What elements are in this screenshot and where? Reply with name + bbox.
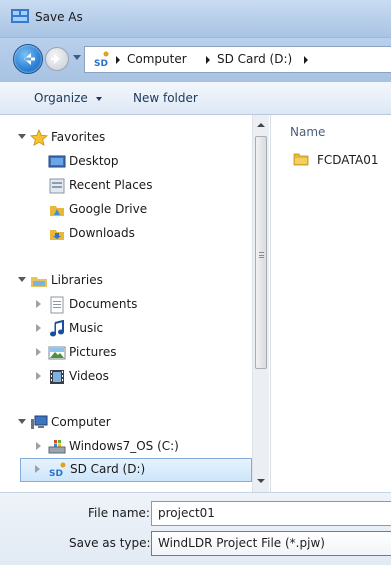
sd-card-icon: SD: [49, 462, 66, 479]
address-bar[interactable]: SD Computer SD Card (D:): [84, 46, 391, 73]
file-name-label: File name:: [88, 506, 150, 520]
expand-arrow-icon[interactable]: [36, 442, 41, 450]
music-icon: [50, 320, 64, 337]
forward-button[interactable]: [45, 47, 69, 71]
collapse-arrow-icon[interactable]: [18, 419, 26, 424]
address-row: SD Computer SD Card (D:): [0, 38, 391, 82]
google-drive-icon: [50, 206, 64, 216]
breadcrumb-arrow-icon[interactable]: [206, 56, 210, 64]
pictures-icon: [48, 346, 66, 360]
tree-item-recent-places[interactable]: Recent Places: [48, 175, 248, 197]
tree-label: Windows7_OS (C:): [69, 439, 179, 453]
save-as-type-label: Save as type:: [69, 536, 151, 550]
tree-label: Videos: [69, 369, 109, 383]
recent-locations-arrow-icon[interactable]: [73, 55, 81, 60]
videos-icon: [50, 370, 64, 384]
tree-label: Music: [69, 321, 104, 335]
scroll-up-arrow-icon[interactable]: [257, 123, 265, 127]
expand-arrow-icon[interactable]: [36, 372, 41, 380]
collapse-arrow-icon[interactable]: [18, 277, 26, 282]
computer-icon: [31, 415, 48, 429]
expand-arrow-icon[interactable]: [36, 324, 41, 332]
breadcrumb-sd-card[interactable]: SD Card (D:): [217, 52, 292, 66]
tree-item-computer[interactable]: Computer: [18, 412, 218, 434]
tree-item-downloads[interactable]: Downloads: [48, 223, 248, 245]
nav-scrollbar[interactable]: [252, 115, 269, 492]
sd-card-icon: SD: [94, 51, 109, 68]
tree-item-google-drive[interactable]: Google Drive: [48, 199, 248, 221]
svg-text:SD: SD: [49, 469, 63, 479]
grip-icon: [259, 252, 264, 258]
scroll-down-arrow-icon[interactable]: [257, 479, 265, 483]
tree-label: Libraries: [51, 273, 103, 287]
libraries-icon: [31, 277, 47, 287]
back-button[interactable]: [13, 44, 43, 74]
tree-item-libraries[interactable]: Libraries: [18, 270, 218, 292]
window-title: Save As: [35, 10, 83, 24]
folder-icon: [293, 153, 309, 166]
new-folder-button[interactable]: New folder: [133, 91, 198, 105]
tree-label: Computer: [51, 415, 111, 429]
collapse-arrow-icon[interactable]: [18, 134, 26, 139]
breadcrumb-arrow-icon[interactable]: [304, 56, 308, 64]
downloads-folder-icon: [50, 230, 64, 240]
command-toolbar: Organize New folder: [0, 82, 391, 115]
save-fields-panel: File name: project01 Save as type: WindL…: [0, 492, 391, 565]
tree-item-music[interactable]: Music: [35, 318, 235, 340]
breadcrumb-computer[interactable]: Computer: [127, 52, 187, 66]
tree-label: SD Card (D:): [70, 462, 146, 476]
tree-item-sd-card[interactable]: SD SD Card (D:): [20, 458, 252, 482]
tree-item-documents[interactable]: Documents: [35, 294, 235, 316]
expand-arrow-icon[interactable]: [35, 465, 40, 473]
tree-label: Desktop: [69, 154, 119, 168]
file-name-input[interactable]: project01: [151, 501, 391, 526]
file-name: FCDATA01: [317, 153, 379, 167]
tree-item-windows7-os[interactable]: Windows7_OS (C:): [35, 436, 247, 458]
organize-button[interactable]: Organize: [34, 91, 88, 105]
breadcrumb-arrow-icon[interactable]: [116, 56, 120, 64]
save-as-type-select[interactable]: WindLDR Project File (*.pjw): [151, 531, 391, 556]
documents-icon: [50, 296, 64, 314]
hard-drive-icon: [48, 440, 66, 454]
tree-label: Documents: [69, 297, 138, 311]
name-column-header[interactable]: Name: [290, 125, 325, 139]
back-arrow-icon: [24, 53, 35, 65]
tree-label: Recent Places: [69, 178, 153, 192]
navigation-pane: Favorites Desktop Recent Places Google D…: [0, 115, 252, 492]
tree-item-videos[interactable]: Videos: [35, 366, 235, 388]
chevron-down-icon: [96, 97, 102, 101]
star-icon: [30, 129, 48, 147]
tree-label: Google Drive: [69, 202, 148, 216]
scrollbar-thumb[interactable]: [255, 136, 267, 369]
save-as-icon: [11, 9, 29, 23]
tree-item-pictures[interactable]: Pictures: [35, 342, 235, 364]
recent-places-icon: [49, 178, 65, 194]
tree-label: Downloads: [69, 226, 135, 240]
tree-item-favorites[interactable]: Favorites: [18, 127, 218, 149]
svg-text:SD: SD: [94, 59, 108, 68]
desktop-icon: [48, 155, 66, 168]
title-bar: Save As: [0, 0, 391, 38]
expand-arrow-icon[interactable]: [36, 300, 41, 308]
file-list-pane: Name FCDATA01: [270, 115, 391, 492]
tree-label: Pictures: [69, 345, 117, 359]
tree-label: Favorites: [51, 130, 106, 144]
forward-arrow-icon: [51, 54, 60, 64]
tree-item-desktop[interactable]: Desktop: [48, 151, 248, 173]
expand-arrow-icon[interactable]: [36, 348, 41, 356]
